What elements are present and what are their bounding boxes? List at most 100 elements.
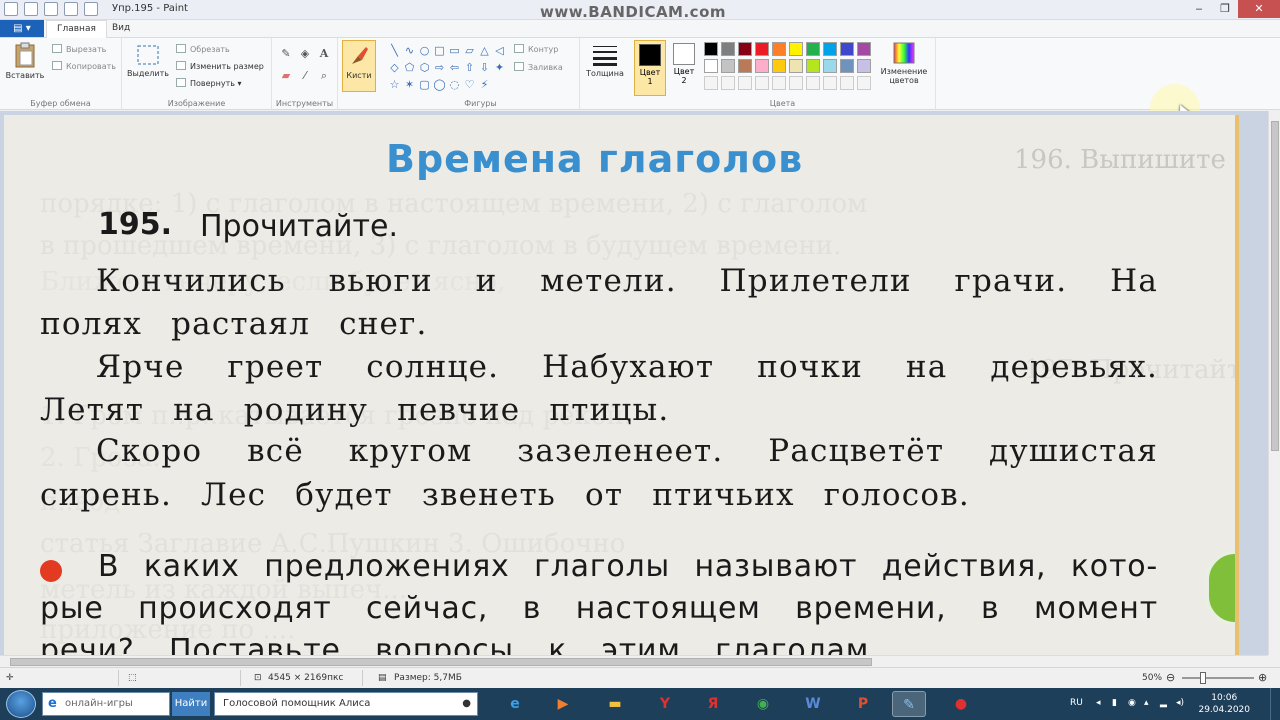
canvas-area[interactable]: 196. Выпишите предложения в таком порядк… [0,111,1268,655]
palette-swatch[interactable] [857,42,871,56]
palette-swatch[interactable] [823,59,837,73]
palette-swatch[interactable] [738,42,752,56]
tab-view[interactable]: Вид [102,20,140,38]
hexagon-shape-icon[interactable]: ⬡ [418,61,431,74]
callout-cloud-shape-icon[interactable]: ◌ [448,78,461,91]
zoom-out-button[interactable]: ⊖ [1166,671,1175,684]
custom-color-slot[interactable] [823,76,837,90]
callout-rect-shape-icon[interactable]: ▢ [418,78,431,91]
image-canvas[interactable]: 196. Выпишите предложения в таком порядк… [4,115,1239,655]
close-button[interactable]: ✕ [1238,0,1280,18]
resize-button[interactable]: Изменить размер [176,61,264,71]
color-picker-icon[interactable]: ⁄ [297,68,313,84]
palette-swatch[interactable] [721,42,735,56]
chrome-icon[interactable]: ◉ [746,691,780,717]
diamond-shape-icon[interactable]: ◇ [388,61,401,74]
custom-color-slot[interactable] [721,76,735,90]
triangle-shape-icon[interactable]: △ [478,44,491,57]
save-icon[interactable] [24,2,38,16]
size-button[interactable]: Толщина [584,44,626,78]
palette-swatch[interactable] [806,59,820,73]
palette-swatch[interactable] [721,59,735,73]
lightning-shape-icon[interactable]: ⚡ [478,78,491,91]
maximize-button[interactable]: ❐ [1212,0,1238,18]
custom-color-slot[interactable] [840,76,854,90]
arrow-left-shape-icon[interactable]: ⇦ [448,61,461,74]
find-button[interactable]: Найти [172,692,210,716]
pencil-icon[interactable]: ✎ [278,46,294,62]
arrow-right-shape-icon[interactable]: ⇨ [433,61,446,74]
paint-taskbar-icon[interactable]: ✎ [892,691,926,717]
select-button[interactable]: Выделить [126,44,170,78]
arrow-down-shape-icon[interactable]: ⇩ [478,61,491,74]
show-desktop-button[interactable] [1270,688,1280,720]
fill-icon[interactable]: ◈ [297,46,313,62]
undo-icon[interactable] [44,2,58,16]
horizontal-scrollbar[interactable] [0,655,1268,667]
internet-explorer-taskbar-icon[interactable]: e [498,691,532,717]
notification-icon[interactable]: ▴ [1144,698,1149,708]
browser-search-box[interactable]: e онлайн-игры [42,692,170,716]
custom-color-slot[interactable] [857,76,871,90]
palette-swatch[interactable] [823,42,837,56]
eraser-icon[interactable]: ▰ [278,68,294,84]
file-menu-button[interactable]: ▤ ▾ [0,20,44,37]
custom-color-slot[interactable] [789,76,803,90]
palette-swatch[interactable] [738,59,752,73]
powerpoint-icon[interactable]: P [846,691,880,717]
vertical-scrollbar[interactable] [1268,111,1280,655]
star-six-shape-icon[interactable]: ✶ [403,78,416,91]
zoom-slider-knob[interactable] [1200,672,1206,684]
tab-home[interactable]: Главная [46,20,107,38]
palette-swatch[interactable] [772,59,786,73]
custom-color-slot[interactable] [755,76,769,90]
media-player-icon[interactable]: ▶ [546,691,580,717]
crop-button[interactable]: Обрезать [176,44,230,54]
language-indicator[interactable]: RU [1070,698,1083,708]
record-icon[interactable]: ◉ [1128,698,1136,708]
palette-swatch[interactable] [840,59,854,73]
custom-color-slot[interactable] [738,76,752,90]
pentagon-shape-icon[interactable]: ⬠ [403,61,416,74]
oval-shape-icon[interactable]: ○ [418,44,431,57]
clock[interactable]: 10:06 29.04.2020 [1198,692,1250,716]
custom-color-slot[interactable] [704,76,718,90]
bandicam-icon[interactable]: ● [944,691,978,717]
tray-expand-icon[interactable]: ◂ [1096,698,1101,708]
star-four-shape-icon[interactable]: ✦ [493,61,506,74]
zoom-in-button[interactable]: ⊕ [1258,671,1267,684]
microphone-icon[interactable]: ● [462,693,471,715]
copy-button[interactable]: Копировать [52,61,116,71]
voice-assistant-box[interactable]: Голосовой помощник Алиса ● [214,692,478,716]
star-five-shape-icon[interactable]: ☆ [388,78,401,91]
palette-swatch[interactable] [755,42,769,56]
custom-color-slot[interactable] [806,76,820,90]
yandex-browser-icon[interactable]: Я [696,691,730,717]
edit-colors-button[interactable]: Изменение цветов [874,42,934,85]
brushes-button[interactable]: Кисти [342,40,376,92]
rotate-button[interactable]: Повернуть ▾ [176,78,242,88]
file-explorer-icon[interactable]: ▬ [598,691,632,717]
palette-swatch[interactable] [840,42,854,56]
curve-shape-icon[interactable]: ∿ [403,44,416,57]
start-button[interactable] [6,690,36,718]
heart-shape-icon[interactable]: ♡ [463,78,476,91]
arrow-up-shape-icon[interactable]: ⇧ [463,61,476,74]
minimize-button[interactable]: ‒ [1186,0,1212,18]
palette-swatch[interactable] [772,42,786,56]
paste-button[interactable]: Вставить [4,42,46,80]
rectangle-shape-icon[interactable]: □ [433,44,446,57]
fill-button[interactable]: Заливка [514,62,563,72]
right-triangle-shape-icon[interactable]: ◁ [493,44,506,57]
polygon-shape-icon[interactable]: ▱ [463,44,476,57]
magnifier-icon[interactable]: ⌕ [316,68,332,84]
customize-icon[interactable] [84,2,98,16]
color1-button[interactable]: Цвет 1 [634,40,666,96]
rounded-rect-shape-icon[interactable]: ▭ [448,44,461,57]
zoom-slider[interactable] [1182,672,1254,684]
app-menu-icon[interactable] [4,2,18,16]
palette-swatch[interactable] [704,42,718,56]
word-icon[interactable]: W [796,691,830,717]
horizontal-scroll-thumb[interactable] [10,658,872,666]
palette-swatch[interactable] [755,59,769,73]
